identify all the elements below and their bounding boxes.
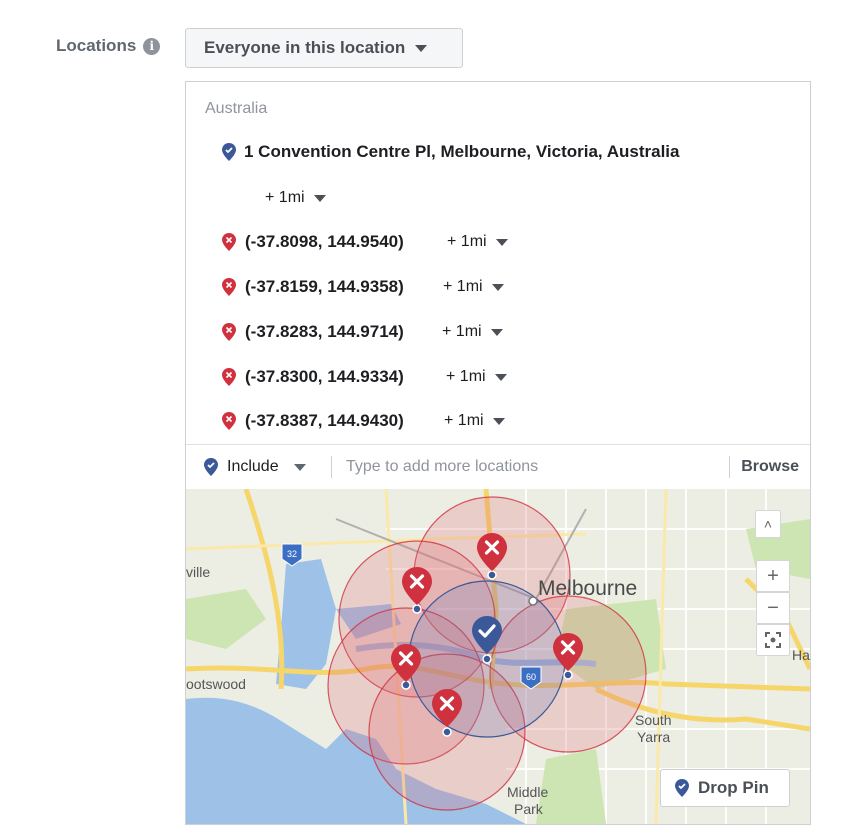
excluded-location: (-37.8159, 144.9358) + 1mi xyxy=(222,277,504,297)
country-label: Australia xyxy=(205,100,268,117)
primary-radius-dropdown[interactable]: + 1mi xyxy=(265,189,326,207)
location-search-input[interactable] xyxy=(332,458,730,476)
map[interactable]: 32 60 Melbourne South Yarra Middle Park … xyxy=(186,489,810,824)
audience-dropdown[interactable]: Everyone in this location xyxy=(185,28,463,68)
excluded-radius-value: + 1mi xyxy=(442,323,482,340)
chevron-down-icon xyxy=(494,373,507,381)
zoom-out-button[interactable]: − xyxy=(756,592,790,624)
chevron-down-icon xyxy=(415,44,428,52)
primary-location-address: 1 Convention Centre Pl, Melbourne, Victo… xyxy=(244,142,680,161)
excluded-location: (-37.8387, 144.9430) + 1mi xyxy=(222,411,505,431)
primary-radius-value: + 1mi xyxy=(265,189,305,206)
excluded-coord: (-37.8387, 144.9430) xyxy=(245,411,404,430)
excluded-radius-value: + 1mi xyxy=(447,233,487,250)
fit-bounds-icon xyxy=(765,632,781,648)
suburb-label: ville xyxy=(186,564,210,580)
excluded-location: (-37.8098, 144.9540) + 1mi xyxy=(222,232,508,252)
include-pin-icon xyxy=(222,143,236,161)
exclude-pin-icon xyxy=(222,323,236,341)
info-icon[interactable]: i xyxy=(143,37,161,55)
excluded-location: (-37.8283, 144.9714) + 1mi xyxy=(222,322,503,342)
minus-icon: − xyxy=(767,596,779,619)
include-dropdown[interactable]: Include xyxy=(186,458,331,476)
browse-button[interactable]: Browse xyxy=(730,458,810,476)
excluded-coord: (-37.8283, 144.9714) xyxy=(245,322,404,341)
locations-label: Locations xyxy=(56,36,137,55)
drop-pin-button[interactable]: Drop Pin xyxy=(660,769,790,807)
excluded-radius-dropdown[interactable]: + 1mi xyxy=(446,368,507,386)
include-pin-icon xyxy=(675,779,689,797)
exclude-pin-icon xyxy=(222,278,236,296)
middle-park-label: Middle xyxy=(507,784,548,800)
fit-bounds-button[interactable] xyxy=(756,624,790,656)
collapse-map-button[interactable]: ˄ xyxy=(755,510,781,538)
excluded-location: (-37.8300, 144.9334) + 1mi xyxy=(222,367,507,387)
south-yarra-label: Yarra xyxy=(637,729,670,745)
chevron-up-icon: ˄ xyxy=(763,516,773,532)
excluded-coord: (-37.8098, 144.9540) xyxy=(245,232,404,251)
excluded-radius-value: + 1mi xyxy=(444,412,484,429)
excluded-radius-dropdown[interactable]: + 1mi xyxy=(447,233,508,251)
audience-dropdown-label: Everyone in this location xyxy=(204,38,406,57)
excluded-radius-dropdown[interactable]: + 1mi xyxy=(442,323,503,341)
suburb-label: Ha xyxy=(792,647,810,663)
locations-label-row: Locations i xyxy=(56,36,161,56)
exclude-pin-icon xyxy=(222,368,236,386)
excluded-radius-value: + 1mi xyxy=(446,368,486,385)
excluded-radius-value: + 1mi xyxy=(443,278,483,295)
chevron-down-icon xyxy=(492,417,505,425)
exclude-pin-icon xyxy=(222,233,236,251)
excluded-coord: (-37.8159, 144.9358) xyxy=(245,277,404,296)
chevron-down-icon xyxy=(490,328,503,336)
chevron-down-icon xyxy=(495,238,508,246)
plus-icon: + xyxy=(767,564,779,587)
location-input-bar: Include Browse xyxy=(186,444,810,489)
chevron-down-icon xyxy=(293,463,306,471)
excluded-coord: (-37.8300, 144.9334) xyxy=(245,367,404,386)
route-60-label: 60 xyxy=(526,672,536,682)
melbourne-label: Melbourne xyxy=(538,577,637,600)
chevron-down-icon xyxy=(491,283,504,291)
chevron-down-icon xyxy=(313,194,326,202)
route-32-label: 32 xyxy=(287,549,297,559)
include-pin-icon xyxy=(204,458,218,476)
locations-panel: Australia 1 Convention Centre Pl, Melbou… xyxy=(185,81,811,825)
primary-location: 1 Convention Centre Pl, Melbourne, Victo… xyxy=(222,142,679,162)
exclude-pin-icon xyxy=(222,412,236,430)
middle-park-label: Park xyxy=(514,801,544,817)
drop-pin-label: Drop Pin xyxy=(698,778,769,797)
excluded-radius-dropdown[interactable]: + 1mi xyxy=(444,412,505,430)
footscray-label: ootswood xyxy=(186,676,246,692)
include-label: Include xyxy=(227,458,279,475)
south-yarra-label: South xyxy=(635,712,672,728)
zoom-in-button[interactable]: + xyxy=(756,560,790,592)
excluded-radius-dropdown[interactable]: + 1mi xyxy=(443,278,504,296)
